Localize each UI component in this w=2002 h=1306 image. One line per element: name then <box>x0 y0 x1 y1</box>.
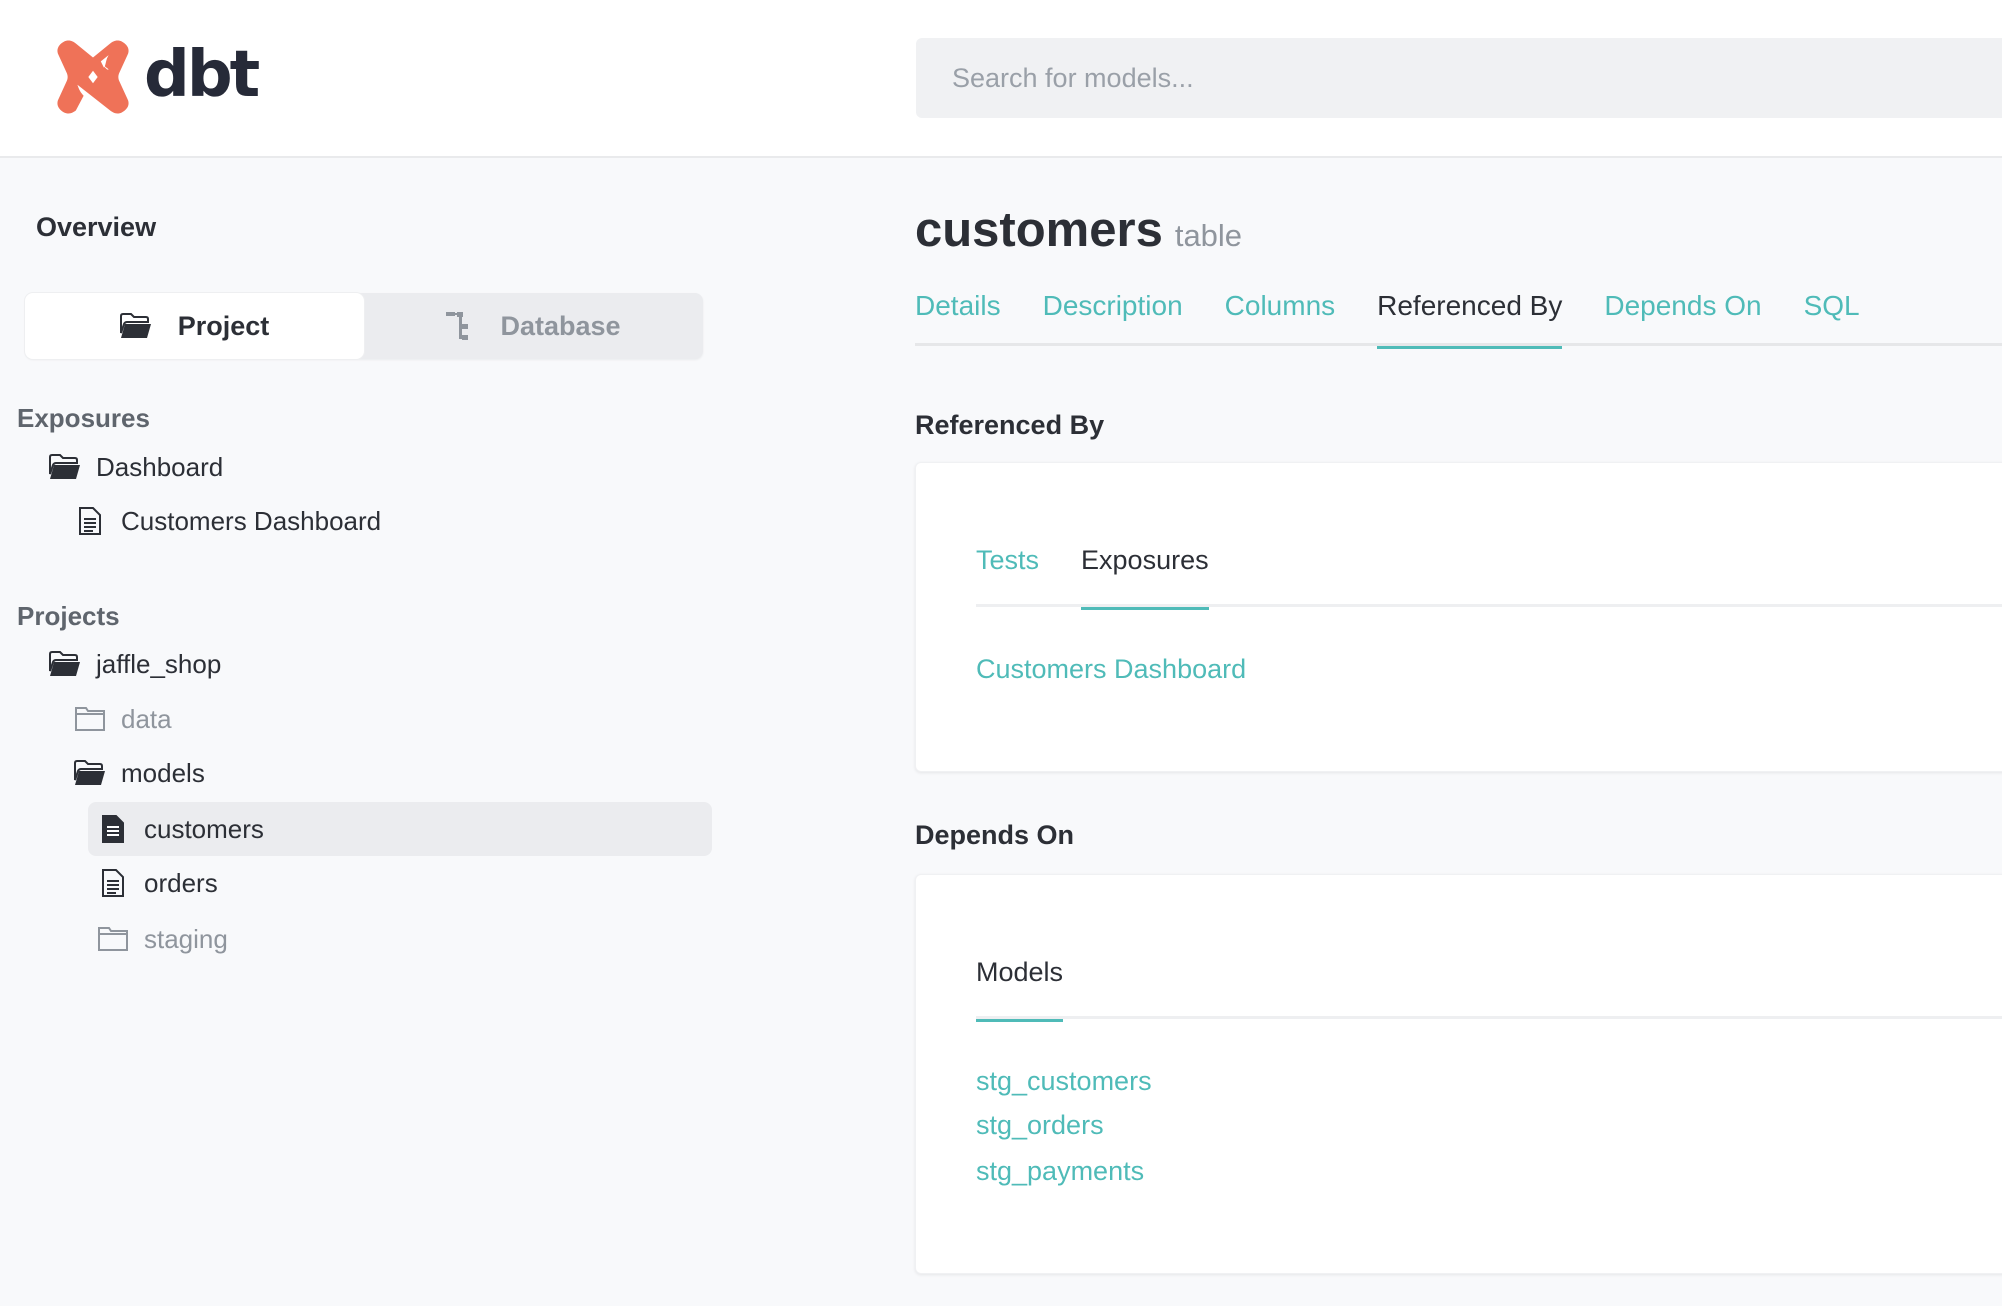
subtab-tests[interactable]: Tests <box>976 545 1039 607</box>
project-toggle-label: Project <box>177 310 270 341</box>
folder-open-icon <box>48 454 82 480</box>
folder-closed-icon <box>96 927 130 951</box>
main-content: customers table Details Description Colu… <box>915 160 2002 1306</box>
tree-item-label: models <box>121 757 205 788</box>
logo-text: dbt <box>144 38 260 112</box>
tab-columns[interactable]: Columns <box>1225 290 1335 346</box>
depends-on-link[interactable]: stg_orders <box>976 1110 1104 1141</box>
tab-sql[interactable]: SQL <box>1804 290 1860 346</box>
tree-structure-icon <box>446 312 474 340</box>
project-database-toggle: Project Database <box>25 293 703 359</box>
tree-item-label: orders <box>144 867 218 898</box>
subtab-models[interactable]: Models <box>976 957 1064 1022</box>
top-header: dbt <box>0 0 2002 158</box>
tree-item-orders[interactable]: orders <box>96 857 218 909</box>
referenced-by-title: Referenced By <box>915 410 1105 440</box>
sidebar: Overview Project Database Exposures Dash… <box>0 160 740 1306</box>
referenced-by-card: Tests Exposures Customers Dashboard <box>915 462 2002 772</box>
tab-referenced-by[interactable]: Referenced By <box>1377 290 1563 349</box>
depends-on-subtabs: Models <box>976 957 2002 1022</box>
page-title-wrap: customers table <box>915 202 1242 258</box>
exposures-header: Exposures <box>17 403 150 433</box>
tab-description[interactable]: Description <box>1043 290 1183 346</box>
tree-item-dashboard[interactable]: Dashboard <box>48 441 223 493</box>
tree-item-label: staging <box>144 923 228 954</box>
dbt-logo[interactable]: dbt <box>54 38 260 116</box>
tree-item-models[interactable]: models <box>73 747 205 799</box>
depends-on-title: Depends On <box>915 820 1075 850</box>
depends-on-card: Models stg_customers stg_orders stg_paym… <box>915 874 2002 1274</box>
folder-open-icon <box>73 760 107 786</box>
projects-header: Projects <box>17 601 120 631</box>
page-title: customers <box>915 203 1163 257</box>
depends-on-link[interactable]: stg_payments <box>976 1156 1144 1187</box>
tab-depends-on[interactable]: Depends On <box>1604 290 1761 346</box>
tree-item-customers[interactable]: customers <box>88 802 712 856</box>
folder-closed-icon <box>73 707 107 731</box>
depends-on-link[interactable]: stg_customers <box>976 1066 1152 1097</box>
tree-item-label: Customers Dashboard <box>121 505 382 536</box>
search-input[interactable] <box>916 38 2002 118</box>
tree-item-label: Dashboard <box>96 451 224 482</box>
referenced-by-link[interactable]: Customers Dashboard <box>976 654 1246 685</box>
document-icon <box>96 869 130 897</box>
folder-open-icon <box>48 651 82 677</box>
referenced-by-subtabs: Tests Exposures <box>976 545 2002 610</box>
database-toggle-button[interactable]: Database <box>364 293 703 359</box>
detail-tabs: Details Description Columns Referenced B… <box>915 290 2002 349</box>
overview-link[interactable]: Overview <box>36 212 156 243</box>
dbt-logo-icon <box>57 40 129 114</box>
folder-open-icon <box>119 313 152 339</box>
document-filled-icon <box>96 815 130 843</box>
tree-item-label: jaffle_shop <box>96 648 222 679</box>
subtab-exposures[interactable]: Exposures <box>1081 545 1209 610</box>
resource-type-label: table <box>1174 218 1243 253</box>
tree-item-data[interactable]: data <box>73 693 172 745</box>
database-toggle-label: Database <box>500 310 621 341</box>
tree-item-label: data <box>121 703 172 734</box>
tab-details[interactable]: Details <box>915 290 1001 346</box>
tree-item-label: customers <box>144 813 264 844</box>
tree-item-staging[interactable]: staging <box>96 913 228 965</box>
project-toggle-button[interactable]: Project <box>25 293 364 359</box>
tree-item-jaffle-shop[interactable]: jaffle_shop <box>48 638 221 690</box>
tree-item-customers-dashboard[interactable]: Customers Dashboard <box>73 495 381 547</box>
document-icon <box>73 507 107 535</box>
